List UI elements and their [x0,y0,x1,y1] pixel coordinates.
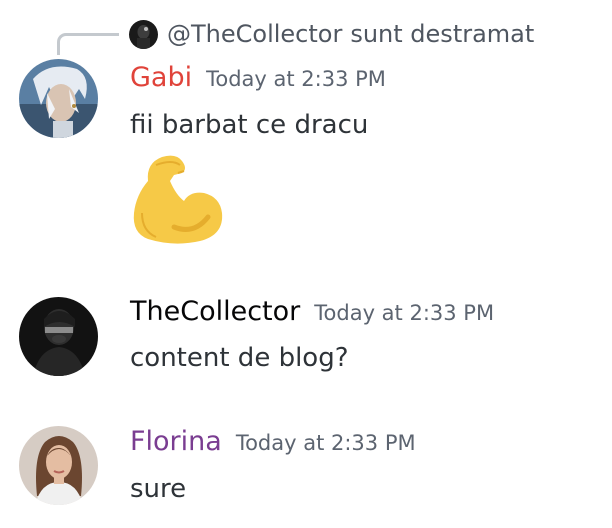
timestamp: Today at 2:33 PM [206,67,386,91]
flexed-biceps-icon [128,151,226,247]
message-text: content de blog? [130,343,349,373]
message-text: fii barbat ce dracu [130,110,369,140]
chat-messages: @TheCollector sunt destramat Gabi Today … [0,0,612,528]
reply-username[interactable]: @TheCollector [167,20,342,48]
reply-spine [57,33,119,55]
message-header: TheCollector Today at 2:33 PM [130,296,494,327]
message-text: sure [130,474,187,504]
username[interactable]: Florina [130,426,222,457]
reply-avatar[interactable] [129,19,158,49]
reply-preview[interactable]: @TheCollector sunt destramat [129,18,534,50]
timestamp: Today at 2:33 PM [235,431,416,455]
avatar[interactable] [19,297,98,376]
message-header: Gabi Today at 2:33 PM [130,62,386,93]
username[interactable]: Gabi [130,62,192,93]
timestamp: Today at 2:33 PM [314,301,495,325]
avatar[interactable] [19,426,98,505]
message-header: Florina Today at 2:33 PM [130,426,416,457]
avatar[interactable] [19,59,98,138]
username[interactable]: TheCollector [130,296,300,327]
reply-text[interactable]: sunt destramat [350,20,534,48]
